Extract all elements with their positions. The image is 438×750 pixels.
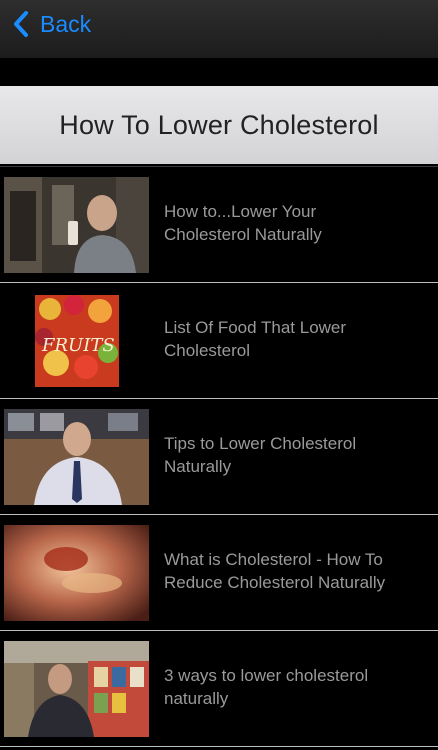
video-thumbnail[interactable] bbox=[4, 409, 149, 505]
video-thumbnail[interactable] bbox=[4, 641, 149, 737]
list-divider bbox=[0, 746, 438, 747]
video-title: List Of Food That Lower Cholesterol bbox=[164, 318, 347, 360]
page-title: How To Lower Cholesterol bbox=[59, 109, 379, 140]
list-item[interactable]: FRUITS List Of Food That Lower Cholester… bbox=[0, 282, 438, 398]
back-label: Back bbox=[40, 11, 92, 37]
back-button[interactable]: Back bbox=[12, 8, 91, 40]
video-thumbnail[interactable] bbox=[4, 177, 149, 273]
video-title: How to...Lower Your Cholesterol Naturall… bbox=[164, 202, 322, 244]
chevron-left-icon bbox=[14, 11, 28, 37]
svg-text:FRUITS: FRUITS bbox=[41, 335, 115, 356]
header-banner: How To Lower Cholesterol bbox=[0, 86, 438, 164]
list-item[interactable]: What is Cholesterol - How To Reduce Chol… bbox=[0, 514, 438, 630]
video-title: 3 ways to lower cholesterol naturally bbox=[164, 666, 369, 708]
video-title: Tips to Lower Cholesterol Naturally bbox=[164, 434, 357, 476]
video-thumbnail[interactable]: FRUITS bbox=[4, 293, 149, 389]
navigation-bar: Back bbox=[0, 0, 438, 59]
list-item[interactable]: Tips to Lower Cholesterol Naturally bbox=[0, 398, 438, 514]
list-item[interactable]: 3 ways to lower cholesterol naturally bbox=[0, 630, 438, 746]
video-title: What is Cholesterol - How To Reduce Chol… bbox=[164, 550, 386, 592]
video-thumbnail[interactable] bbox=[4, 525, 149, 621]
video-list: How to...Lower Your Cholesterol Naturall… bbox=[0, 166, 438, 746]
list-item[interactable]: How to...Lower Your Cholesterol Naturall… bbox=[0, 166, 438, 282]
